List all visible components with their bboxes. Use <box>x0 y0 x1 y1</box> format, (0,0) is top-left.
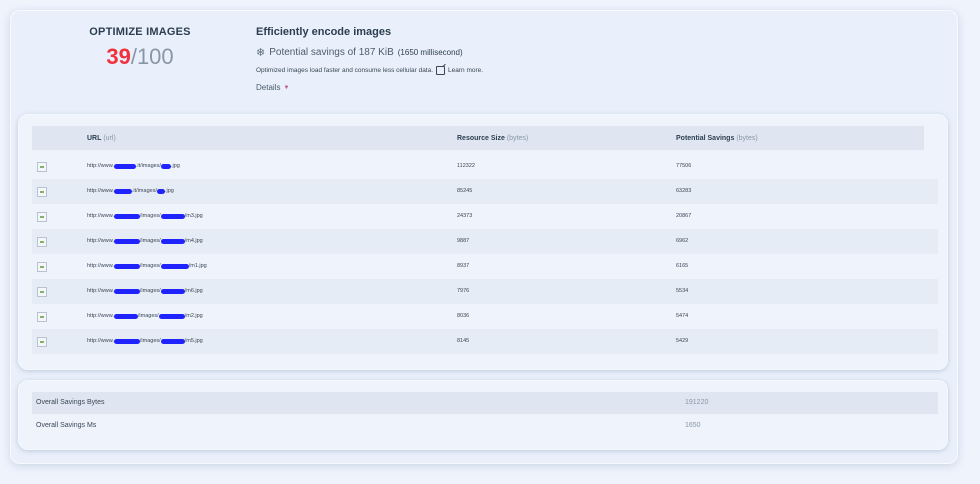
row-size: 112322 <box>457 163 475 169</box>
score-max: /100 <box>130 44 174 69</box>
redaction-mark <box>113 263 140 269</box>
redaction-mark <box>113 163 136 169</box>
redaction-mark <box>113 338 140 344</box>
image-thumbnail-icon <box>37 187 47 197</box>
savings-ms: (1650 millisecond) <box>397 48 463 57</box>
audit-title: Efficiently encode images <box>256 26 392 38</box>
redaction-mark <box>113 238 140 244</box>
summary-row-ms: Overall Savings Ms 1650 <box>32 415 938 437</box>
row-url[interactable]: http://www. .it/images/.jpg <box>87 163 180 169</box>
redaction-mark <box>158 313 185 319</box>
redaction-mark <box>113 213 140 219</box>
table-row: http://www. .it/images/.jpg 85245 63283 <box>32 179 938 204</box>
image-thumbnail-icon <box>37 312 47 322</box>
table-header: URL (url) Resource Size (bytes) Potentia… <box>32 126 924 150</box>
row-savings: 6165 <box>676 263 689 269</box>
summary-card: Overall Savings Bytes 191220 Overall Sav… <box>18 380 948 450</box>
row-size: 8036 <box>457 313 470 319</box>
table-row: http://www./images//m2.jpg 8036 5474 <box>32 304 938 329</box>
row-url[interactable]: http://www./images//m4.jpg <box>87 238 203 244</box>
image-thumbnail-icon <box>37 337 47 347</box>
table-row: http://www./images//m4.jpg 9887 6962 <box>32 229 938 254</box>
row-url[interactable]: http://www./images//m5.jpg <box>87 338 203 344</box>
redaction-mark <box>160 338 185 344</box>
redaction-mark <box>113 313 138 319</box>
redaction-mark <box>113 288 140 294</box>
image-thumbnail-icon <box>37 237 47 247</box>
table-row: http://www. .it/images/.jpg 112322 77506 <box>32 154 938 179</box>
summary-bytes-value: 191220 <box>685 399 709 406</box>
row-savings: 5534 <box>676 288 689 294</box>
summary-row-bytes: Overall Savings Bytes 191220 <box>32 392 938 414</box>
row-savings: 63283 <box>676 188 692 194</box>
redaction-mark <box>113 188 132 194</box>
details-toggle[interactable]: Details ▼ <box>256 83 896 92</box>
table-row: http://www./images//m1.jpg 8937 6165 <box>32 254 938 279</box>
row-size: 9887 <box>457 238 470 244</box>
image-thumbnail-icon <box>37 162 47 172</box>
savings-text: Potential savings of 187 KiB <box>269 47 394 58</box>
header-url: URL (url) <box>87 134 116 142</box>
note-text: Optimized images load faster and consume… <box>256 67 434 74</box>
score-value: 39/100 <box>70 44 210 70</box>
header-potential-savings: Potential Savings (bytes) <box>676 134 758 142</box>
header-resource-size: Resource Size (bytes) <box>457 134 529 142</box>
redaction-mark <box>160 213 185 219</box>
row-savings: 77506 <box>676 163 692 169</box>
redaction-mark <box>160 288 185 294</box>
image-thumbnail-icon <box>37 287 47 297</box>
row-size: 7976 <box>457 288 470 294</box>
row-size: 8937 <box>457 263 470 269</box>
redaction-mark <box>156 188 165 194</box>
score-block: OPTIMIZE IMAGES 39/100 <box>70 26 210 70</box>
row-url[interactable]: http://www./images//m2.jpg <box>87 313 203 319</box>
redaction-mark <box>160 263 189 269</box>
row-size: 24373 <box>457 213 473 219</box>
learn-more-link[interactable]: Learn more. <box>448 67 483 74</box>
image-thumbnail-icon <box>37 212 47 222</box>
row-savings: 6962 <box>676 238 689 244</box>
row-savings: 5474 <box>676 313 689 319</box>
row-savings: 20867 <box>676 213 692 219</box>
score-title: OPTIMIZE IMAGES <box>89 26 191 38</box>
caret-down-icon: ▼ <box>283 84 290 91</box>
details-table-card: URL (url) Resource Size (bytes) Potentia… <box>18 114 948 370</box>
external-link-icon[interactable] <box>436 66 446 75</box>
summary-ms-value: 1650 <box>685 422 701 429</box>
summary-ms-label: Overall Savings Ms <box>36 422 97 429</box>
row-size: 85245 <box>457 188 473 194</box>
row-url[interactable]: http://www. .it/images/.jpg <box>87 188 174 194</box>
score-number: 39 <box>106 44 131 69</box>
redaction-mark <box>160 163 171 169</box>
table-row: http://www./images//m6.jpg 7976 5534 <box>32 279 938 304</box>
snowflake-icon: ❄ <box>256 47 266 59</box>
summary-bytes-label: Overall Savings Bytes <box>36 399 105 406</box>
row-url[interactable]: http://www./images//m3.jpg <box>87 213 203 219</box>
table-row: http://www./images//m3.jpg 24373 20867 <box>32 204 938 229</box>
details-label: Details <box>256 83 281 92</box>
audit-description: Efficiently encode images ❄ Potential sa… <box>256 26 896 92</box>
redaction-mark <box>160 238 185 244</box>
audit-note: Optimized images load faster and consume… <box>256 66 896 75</box>
table-row: http://www./images//m5.jpg 8145 5429 <box>32 329 938 354</box>
image-thumbnail-icon <box>37 262 47 272</box>
row-url[interactable]: http://www./images//m1.jpg <box>87 263 207 269</box>
audit-card: OPTIMIZE IMAGES 39/100 Efficiently encod… <box>10 10 958 464</box>
potential-savings: ❄ Potential savings of 187 KiB (1650 mil… <box>256 46 896 59</box>
row-size: 8145 <box>457 338 470 344</box>
row-savings: 5429 <box>676 338 689 344</box>
row-url[interactable]: http://www./images//m6.jpg <box>87 288 203 294</box>
